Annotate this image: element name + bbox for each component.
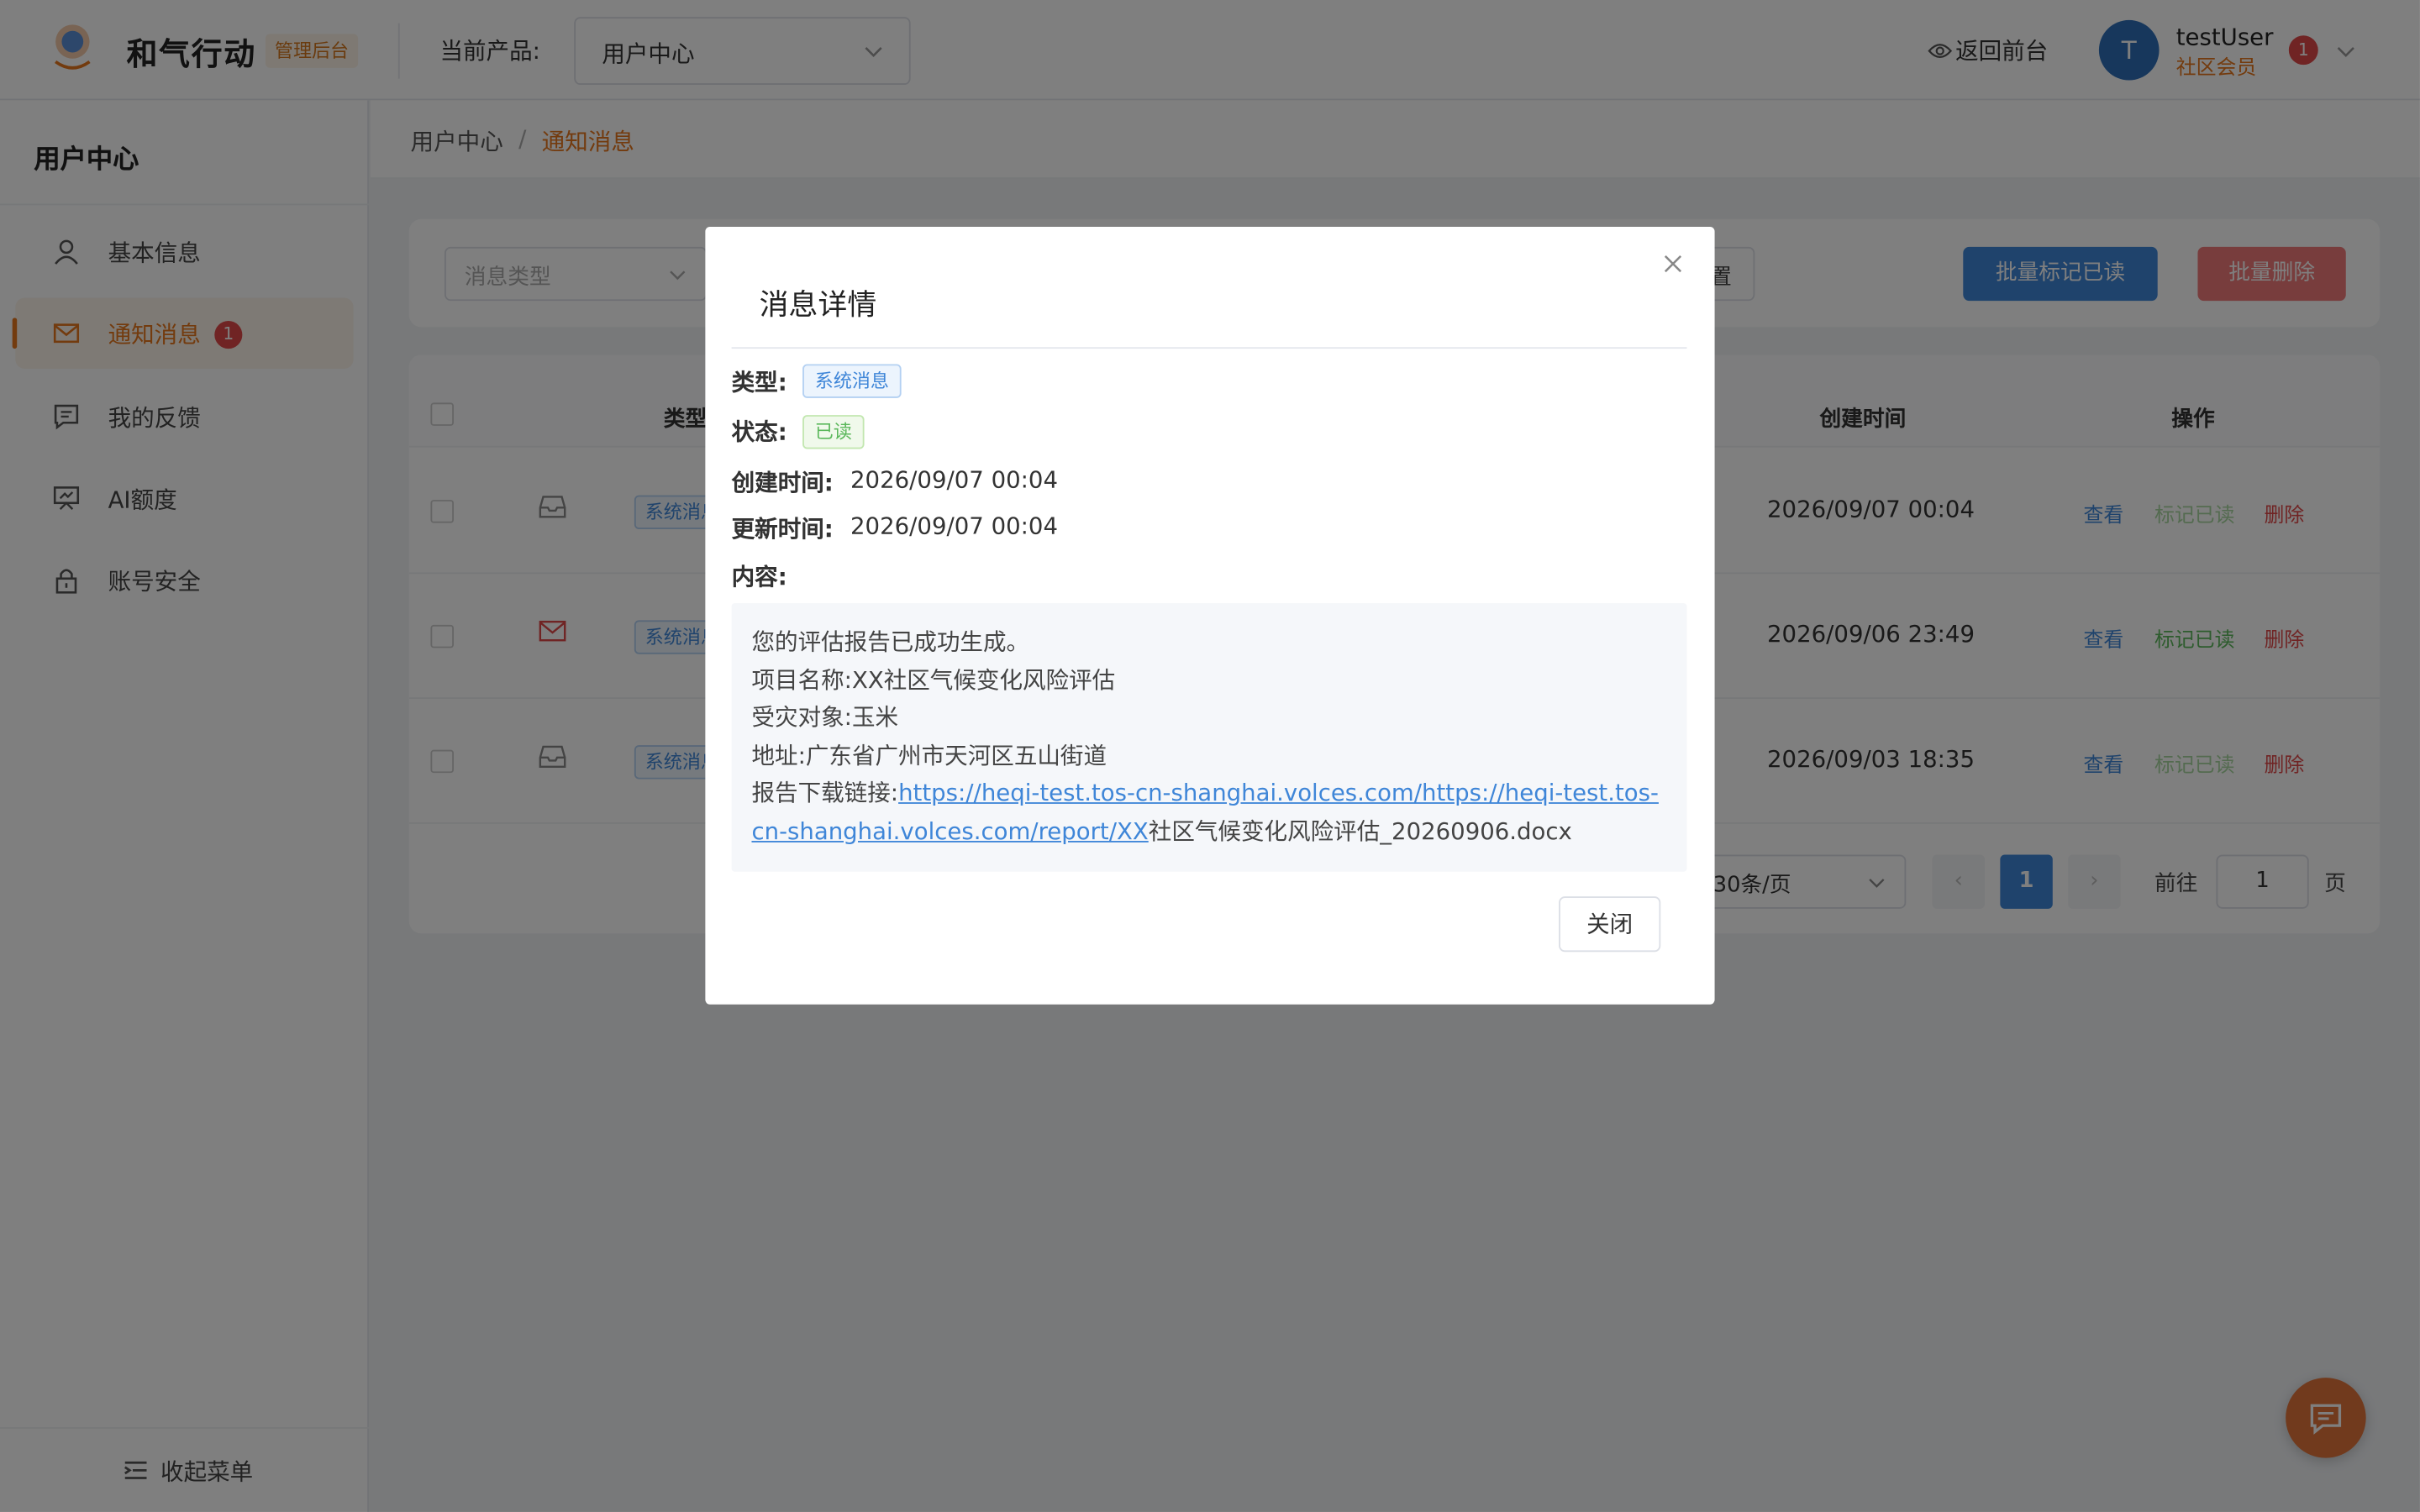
updated-time-label: 更新时间: — [731, 515, 834, 543]
content-line: 项目名称:XX社区气候变化风险评估 — [751, 665, 1116, 694]
content-label: 内容: — [731, 563, 787, 591]
content-line: 受灾对象:玉米 — [751, 703, 899, 732]
close-icon[interactable] — [1660, 251, 1685, 276]
type-tag: 系统消息 — [802, 364, 902, 398]
close-button[interactable]: 关闭 — [1559, 896, 1661, 953]
download-link-label: 报告下载链接: — [751, 779, 899, 807]
updated-time-value: 2026/09/07 00:04 — [850, 512, 1058, 540]
status-label: 状态: — [731, 417, 787, 446]
type-label: 类型: — [731, 368, 787, 397]
message-detail-dialog: 消息详情 类型: 系统消息 状态: 已读 创建时间: 2026/09/07 00… — [705, 226, 1715, 1005]
content-line: 地址:广东省广州市天河区五山街道 — [751, 741, 1107, 769]
dialog-divider — [731, 347, 1687, 349]
download-link-suffix: 社区气候变化风险评估_20260906.docx — [1148, 816, 1572, 845]
status-badge: 已读 — [802, 415, 865, 449]
created-time-value: 2026/09/07 00:04 — [850, 465, 1058, 494]
app-root: 和气行动 管理后台 当前产品: 用户中心 返回前台 T testUser 社区会… — [0, 0, 2420, 1512]
created-time-label: 创建时间: — [731, 469, 834, 497]
content-line: 您的评估报告已成功生成。 — [751, 627, 1030, 656]
dialog-title: 消息详情 — [759, 288, 877, 323]
content-link-line: 报告下载链接:https://heqi-test.tos-cn-shanghai… — [751, 774, 1666, 850]
message-content: 您的评估报告已成功生成。 项目名称:XX社区气候变化风险评估 受灾对象:玉米 地… — [731, 603, 1687, 872]
